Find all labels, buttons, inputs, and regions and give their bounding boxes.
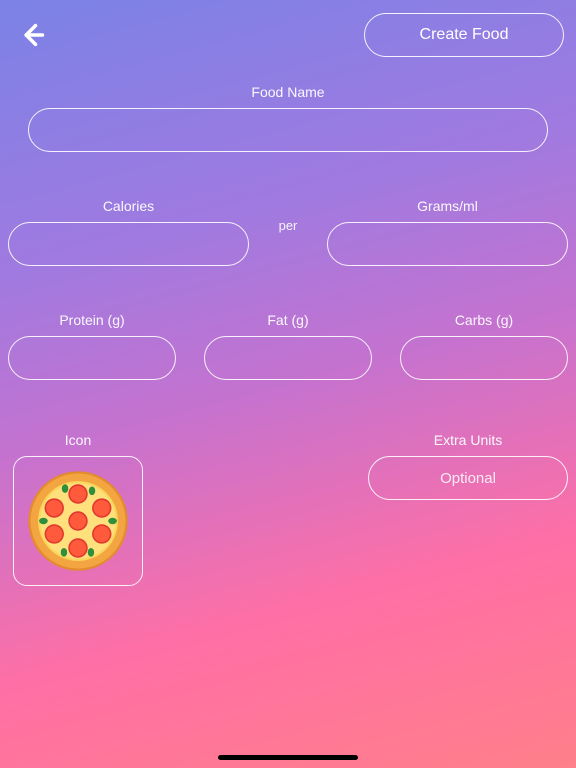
protein-column: Protein (g)	[8, 312, 176, 380]
carbs-label: Carbs (g)	[400, 312, 568, 328]
fat-column: Fat (g)	[204, 312, 372, 380]
header: Create Food	[0, 0, 576, 60]
carbs-column: Carbs (g)	[400, 312, 568, 380]
protein-input[interactable]	[8, 336, 176, 380]
food-name-input[interactable]	[28, 108, 548, 152]
icon-picker[interactable]	[13, 456, 143, 586]
macros-row: Protein (g) Fat (g) Carbs (g)	[0, 266, 576, 380]
icon-extras-row: Icon Extra Un	[0, 380, 576, 586]
icon-column: Icon	[8, 432, 148, 586]
grams-ml-label: Grams/ml	[327, 198, 568, 214]
grams-ml-input[interactable]	[327, 222, 568, 266]
create-food-label: Create Food	[420, 26, 509, 44]
per-label: per	[263, 218, 313, 247]
food-name-label: Food Name	[28, 84, 548, 100]
create-food-button[interactable]: Create Food	[364, 13, 564, 57]
protein-label: Protein (g)	[8, 312, 176, 328]
carbs-input[interactable]	[400, 336, 568, 380]
extra-units-label: Extra Units	[434, 432, 502, 448]
calories-input[interactable]	[8, 222, 249, 266]
fat-input[interactable]	[204, 336, 372, 380]
home-indicator	[218, 755, 358, 760]
extra-units-column: Extra Units	[368, 432, 568, 500]
grams-ml-column: Grams/ml	[327, 198, 568, 266]
pizza-icon	[24, 467, 132, 575]
calories-column: Calories	[8, 198, 249, 266]
food-name-section: Food Name	[0, 60, 576, 152]
back-button[interactable]	[12, 15, 52, 55]
arrow-left-icon	[18, 21, 46, 49]
extra-units-input[interactable]	[368, 456, 568, 500]
calories-label: Calories	[8, 198, 249, 214]
icon-label: Icon	[65, 432, 91, 448]
fat-label: Fat (g)	[204, 312, 372, 328]
calories-grams-row: Calories per Grams/ml	[0, 152, 576, 266]
